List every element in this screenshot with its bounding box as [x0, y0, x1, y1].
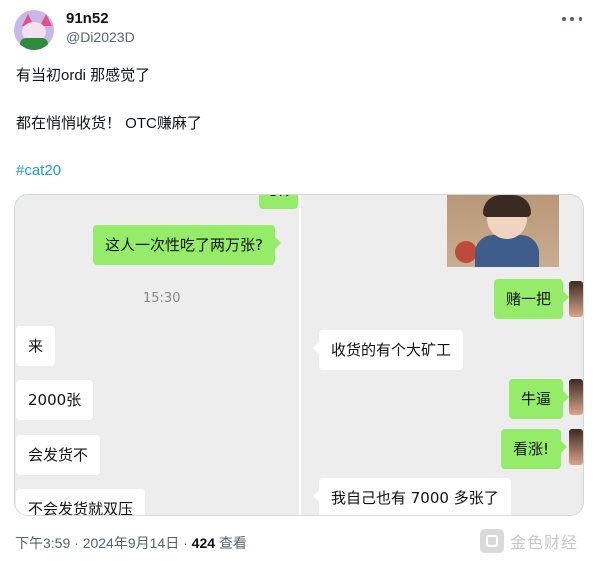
- more-options-icon[interactable]: [562, 12, 582, 26]
- chat-message-left: 2000张: [16, 380, 94, 420]
- tweet-meta: 下午3:59 · 2024年9月14日 · 424 查看: [15, 533, 247, 553]
- sender-avatar: [569, 379, 583, 415]
- chat-message-right: 牛逼: [509, 379, 570, 419]
- photo-toy: [455, 241, 477, 263]
- chat-panel-left: 3K 这人一次性吃了两万张? 15:30 来 2000张 会发货不 不会发货就双…: [15, 195, 299, 515]
- chat-message-right: 赌一把: [494, 279, 570, 319]
- media-image[interactable]: 3K 这人一次性吃了两万张? 15:30 来 2000张 会发货不 不会发货就双…: [14, 194, 584, 516]
- watermark-logo-icon: [480, 529, 504, 553]
- hashtag-link[interactable]: #cat20: [16, 161, 61, 181]
- chat-message-left: 我自己也有 7000 多张了: [313, 478, 511, 515]
- chat-bubble-question: 这人一次性吃了两万张?: [93, 225, 281, 265]
- watermark-text: 金色财经: [510, 533, 579, 552]
- tweet-line-1: 有当初ordi 那感觉了: [16, 67, 151, 84]
- avatar[interactable]: [14, 10, 54, 50]
- views-label: 查看: [218, 535, 247, 551]
- tweet-time[interactable]: 下午3:59: [15, 535, 70, 551]
- chat-message-left: 来: [16, 326, 56, 366]
- sender-avatar: [569, 281, 583, 317]
- chat-panel-right: 赌一把 收货的有个大矿工 牛逼 看涨! 我自己也有 7000 多张了: [301, 195, 583, 515]
- photo-shirt: [475, 235, 539, 267]
- watermark: 金色财经: [480, 528, 590, 554]
- tweet-header: 91n52 @Di2023D: [14, 8, 586, 52]
- views-count[interactable]: 424: [192, 535, 215, 551]
- meta-separator: ·: [183, 535, 188, 551]
- chat-message-left: 会发货不: [16, 435, 101, 475]
- chat-message-left: 收货的有个大矿工: [312, 330, 464, 370]
- chat-timestamp: 15:30: [143, 291, 181, 306]
- meta-separator: ·: [74, 535, 79, 551]
- chat-message-right: 看涨!: [501, 429, 568, 469]
- tweet-date[interactable]: 2024年9月14日: [83, 535, 180, 551]
- user-handle[interactable]: @Di2023D: [66, 29, 135, 45]
- chat-message-left: 不会发货就双压: [16, 489, 146, 515]
- baby-photo: [447, 195, 559, 267]
- tweet-line-2: 都在悄悄收货！ OTC赚麻了: [16, 115, 202, 132]
- photo-hair: [483, 195, 531, 217]
- chat-bubble-partial: 3K: [259, 195, 299, 209]
- display-name[interactable]: 91n52: [66, 10, 109, 27]
- avatar-body: [20, 38, 48, 50]
- sender-avatar: [569, 429, 583, 465]
